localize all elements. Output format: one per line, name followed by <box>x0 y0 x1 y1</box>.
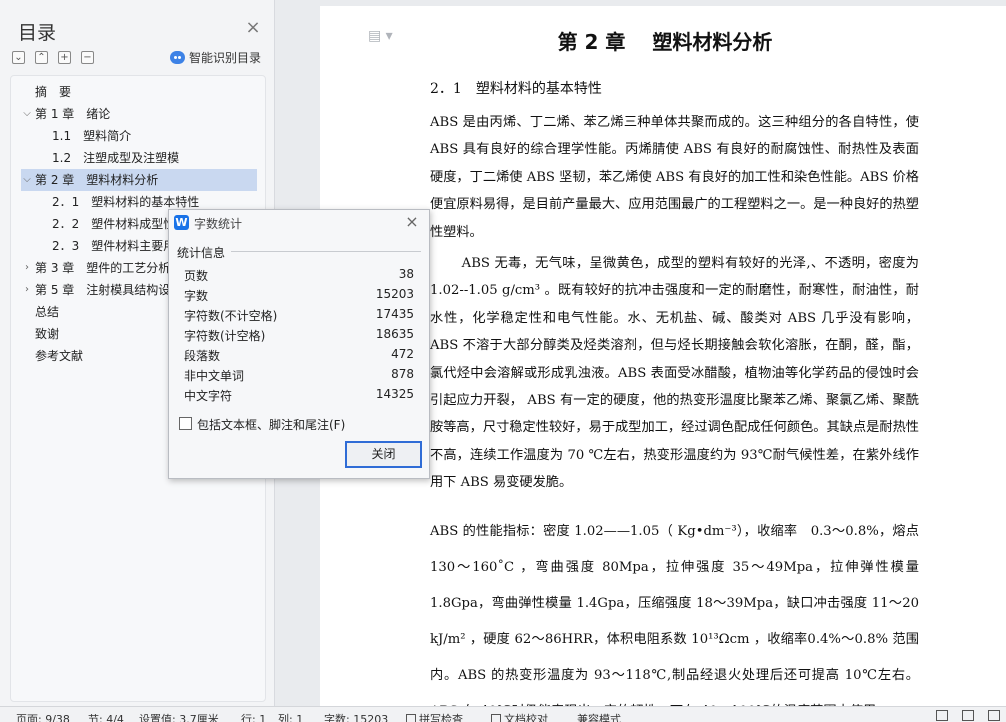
wps-logo-icon: W <box>174 215 189 230</box>
stat-row-chars-no-space: 字符数(不计空格) 17435 <box>184 307 414 327</box>
collapse-all-icon[interactable]: ⌄ <box>12 51 25 64</box>
include-textbox-checkbox[interactable] <box>179 417 192 430</box>
close-icon[interactable]: × <box>404 213 420 231</box>
stat-value: 18635 <box>375 327 414 341</box>
stat-label: 段落数 <box>184 349 221 363</box>
robot-icon <box>170 51 185 64</box>
expand-up-icon[interactable]: ⌃ <box>35 51 48 64</box>
toc-item-label: 1.1 塑料简介 <box>52 129 132 143</box>
toc-item-label: 致谢 <box>35 327 60 341</box>
close-button[interactable]: 关闭 <box>345 441 422 468</box>
stat-row-words: 字数 15203 <box>184 287 414 307</box>
paragraph-1: ABS 是由丙烯、丁二烯、苯乙烯三种单体共聚而成的。这三种组分的各自特性，使 A… <box>430 115 919 240</box>
toc-item-label: 第 1 章 绪论 <box>35 107 111 121</box>
stat-label: 页数 <box>184 269 209 283</box>
stat-row-non-chinese-words: 非中文单词 878 <box>184 367 414 387</box>
chevron-down-icon[interactable]: ⌵ <box>21 103 33 125</box>
paragraph-2: ABS 无毒，无气味，呈微黄色，成型的塑料有较好的光泽,、不透明，密度为 1.0… <box>430 256 919 491</box>
status-page[interactable]: 页面: 9/38 <box>16 711 70 722</box>
toc-item-chapter-3[interactable]: › 第 3 章 塑件的工艺分析 <box>25 257 171 279</box>
proofread-label: 文档校对 <box>504 713 548 722</box>
status-col: 列: 1 <box>278 713 304 722</box>
fullscreen-icon[interactable] <box>936 710 948 721</box>
dialog-title: 字数统计 <box>194 217 243 231</box>
toc-item-label: 2．1 塑料材料的基本特性 <box>52 195 200 209</box>
dialog-header[interactable]: W 字数统计 × <box>169 210 429 236</box>
toc-item-chapter-5[interactable]: › 第 5 章 注射模具结构设 <box>25 279 171 301</box>
toc-item-label: 2．2 塑件材料成型性 <box>52 217 176 231</box>
toc-item-label: 第 3 章 塑件的工艺分析 <box>35 261 171 275</box>
toc-item-label: 摘 要 <box>35 85 72 99</box>
add-heading-icon[interactable]: + <box>58 51 71 64</box>
stat-row-pages: 页数 38 <box>184 267 414 287</box>
stat-value: 38 <box>398 267 414 281</box>
toc-item-1-1[interactable]: 1.1 塑料简介 <box>52 125 131 147</box>
status-setting[interactable]: 设置值: 3.7厘米 <box>139 711 219 722</box>
toc-item-2-3[interactable]: 2．3 塑件材料主要用 <box>52 235 175 257</box>
proofread-icon <box>491 714 501 722</box>
stat-row-chars-with-space: 字符数(计空格) 18635 <box>184 327 414 347</box>
spellcheck-icon <box>406 714 416 722</box>
toc-item-chapter-1[interactable]: ⌵ 第 1 章 绪论 <box>23 103 111 125</box>
stat-value: 878 <box>391 367 414 381</box>
status-wordcount[interactable]: 字数: 15203 <box>324 711 388 722</box>
outline-title: 目录 <box>18 22 57 44</box>
chevron-down-icon[interactable]: ⌵ <box>21 169 33 191</box>
toc-item-label: 第 2 章 塑料材料分析 <box>35 173 159 187</box>
proofread-button[interactable]: 文档校对 <box>491 711 548 722</box>
chevron-right-icon[interactable]: › <box>21 279 33 301</box>
outline-toolbar: ⌄ ⌃ + − <box>12 51 94 64</box>
chevron-right-icon[interactable]: › <box>21 257 33 279</box>
stat-value: 17435 <box>375 307 414 321</box>
stat-value: 15203 <box>375 287 414 301</box>
stat-value: 472 <box>391 347 414 361</box>
toc-item-thanks[interactable]: 致谢 <box>35 323 59 345</box>
status-bar: 页面: 9/38 节: 4/4 设置值: 3.7厘米 行: 1 列: 1 字数:… <box>0 706 1006 722</box>
stat-value: 14325 <box>375 387 414 401</box>
stat-label: 字符数(计空格) <box>184 329 266 343</box>
toc-item-label: 总结 <box>35 305 60 319</box>
spellcheck-label: 拼写检查 <box>419 713 463 722</box>
page-view-icon[interactable] <box>988 710 1000 721</box>
word-count-dialog: W 字数统计 × 统计信息 页数 38 字数 15203 字符数(不计空格) 1… <box>168 209 430 479</box>
toc-item-label: 第 5 章 注射模具结构设 <box>35 283 171 297</box>
toc-item-1-2[interactable]: 1.2 注塑成型及注塑模 <box>52 147 179 169</box>
toc-item-label: 1.2 注塑成型及注塑模 <box>52 151 180 165</box>
status-compat: 兼容模式 <box>577 713 621 722</box>
toc-item-label: 参考文献 <box>35 349 84 363</box>
toc-item-abstract[interactable]: 摘 要 <box>35 81 71 103</box>
view-mode-icons <box>936 710 1000 721</box>
stat-label: 字符数(不计空格) <box>184 309 278 323</box>
read-mode-icon[interactable] <box>962 710 974 721</box>
group-divider <box>231 251 421 252</box>
chapter-title: 第 2 章 塑料材料分析 <box>557 30 773 54</box>
remove-heading-icon[interactable]: − <box>81 51 94 64</box>
stat-label: 非中文单词 <box>184 369 245 383</box>
stat-label: 字数 <box>184 289 209 303</box>
stat-row-chinese-chars: 中文字符 14325 <box>184 387 414 407</box>
stat-row-paragraphs: 段落数 472 <box>184 347 414 367</box>
section-title: 2．1 塑料材料的基本特性 <box>430 81 602 97</box>
smart-toc-button[interactable]: 智能识别目录 <box>170 49 261 66</box>
stats-group-label: 统计信息 <box>177 246 226 260</box>
status-section: 节: 4/4 <box>88 713 124 722</box>
toc-item-summary[interactable]: 总结 <box>35 301 59 323</box>
outline-close-icon[interactable]: × <box>244 19 262 37</box>
toc-item-label: 2．3 塑件材料主要用 <box>52 239 176 253</box>
stat-label: 中文字符 <box>184 389 233 403</box>
toc-item-references[interactable]: 参考文献 <box>35 345 83 367</box>
toc-item-2-2[interactable]: 2．2 塑件材料成型性 <box>52 213 175 235</box>
status-row: 行: 1 <box>241 713 267 722</box>
toc-item-chapter-2[interactable]: ⌵ 第 2 章 塑料材料分析 <box>21 169 257 191</box>
paragraph-3: ABS 的性能指标：密度 1.02——1.05（ Kg•dm⁻³），收缩率 0.… <box>430 524 919 719</box>
smart-toc-label: 智能识别目录 <box>189 51 262 65</box>
spellcheck-button[interactable]: 拼写检查 <box>406 711 463 722</box>
include-textbox-label[interactable]: 包括文本框、脚注和尾注(F) <box>197 416 345 433</box>
